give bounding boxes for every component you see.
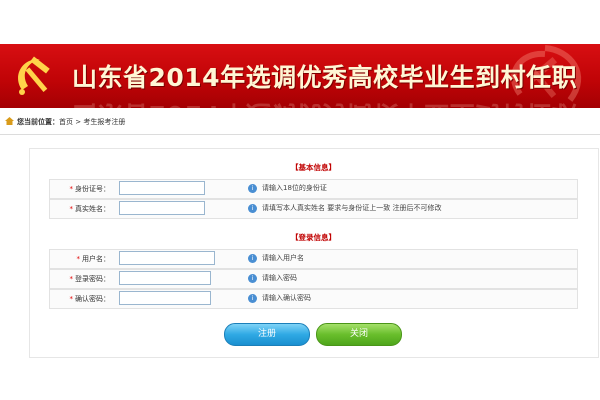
form-row-password: * 登录密码： i 请输入密码 [49, 269, 578, 289]
breadcrumb-label: 您当前位置： [17, 118, 59, 126]
form-row-real-name: * 真实姓名： i 请填写本人真实姓名 要求与身份证上一致 注册后不可修改 [49, 199, 578, 219]
id-number-input[interactable] [119, 181, 205, 195]
form-row-id-number: * 身份证号： i 请输入18位的身份证 [49, 179, 578, 199]
password-input[interactable] [119, 271, 211, 285]
password-hint: 请输入密码 [262, 274, 297, 282]
username-label: 用户名： [82, 255, 110, 263]
breadcrumb-home-link[interactable]: 首页 [59, 118, 73, 126]
info-icon: i [248, 273, 257, 283]
register-button[interactable]: 注册 [224, 323, 310, 346]
required-marker: * [69, 205, 74, 213]
required-marker: * [76, 255, 81, 263]
basic-info-section-title: 【基本信息】 [291, 163, 336, 172]
divider [0, 134, 600, 135]
info-icon: i [248, 253, 257, 263]
login-info-section-title: 【登录信息】 [291, 233, 336, 242]
username-input[interactable] [119, 251, 215, 265]
confirm-password-hint: 请输入确认密码 [262, 294, 311, 302]
page-title: 山东省2014年选调优秀高校毕业生到村任职 [72, 63, 578, 92]
close-button[interactable]: 关闭 [316, 323, 402, 346]
real-name-input[interactable] [119, 201, 205, 215]
confirm-password-label: 确认密码： [75, 295, 110, 303]
username-hint: 请输入用户名 [262, 254, 304, 262]
id-number-hint: 请输入18位的身份证 [262, 184, 327, 192]
info-icon: i [248, 183, 257, 193]
real-name-hint: 请填写本人真实姓名 要求与身份证上一致 注册后不可修改 [262, 204, 442, 212]
breadcrumb: 您当前位置：首页 > 考生报考注册 [5, 117, 125, 127]
id-number-label: 身份证号： [75, 185, 110, 193]
breadcrumb-current: 考生报考注册 [83, 118, 126, 126]
required-marker: * [69, 275, 74, 283]
confirm-password-input[interactable] [119, 291, 211, 305]
hammer-sickle-icon [18, 56, 50, 95]
required-marker: * [69, 295, 74, 303]
real-name-label: 真实姓名： [75, 205, 110, 213]
breadcrumb-separator: > [75, 118, 82, 126]
password-label: 登录密码： [75, 275, 110, 283]
header-banner: 山东省2014年选调优秀高校毕业生到村任职 山东省2014年选调优秀高校毕业生到… [0, 44, 600, 108]
required-marker: * [69, 185, 74, 193]
info-icon: i [248, 203, 257, 213]
home-icon [5, 117, 14, 127]
form-row-username: * 用户名： i 请输入用户名 [49, 249, 578, 269]
info-icon: i [248, 293, 257, 303]
form-row-confirm-password: * 确认密码： i 请输入确认密码 [49, 289, 578, 309]
title-reflection: 山东省2014年选调优秀高校毕业生到村任职 [72, 98, 577, 108]
